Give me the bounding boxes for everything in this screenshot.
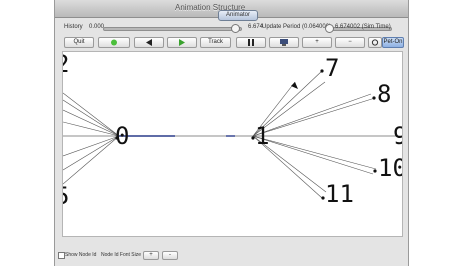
- node-10-dot: [373, 169, 377, 173]
- edge-1-8b: [252, 93, 372, 137]
- history-slider[interactable]: [103, 24, 242, 33]
- play-icon: [179, 39, 185, 46]
- node-10-label: 10: [378, 154, 403, 182]
- play-button[interactable]: [167, 37, 197, 48]
- node-9-label: 9: [393, 122, 403, 150]
- history-label: History: [64, 24, 83, 30]
- mouse-cursor-icon: [291, 82, 298, 89]
- font-size-label: Node Id Font Size: [101, 252, 142, 258]
- node-0-dot: [115, 136, 119, 140]
- animator-window: Animation Structure Animator History 0.0…: [54, 0, 409, 266]
- bottom-bar: Show Node Id Node Id Font Size + -: [55, 249, 408, 263]
- show-node-id-label: Show Node Id: [65, 252, 97, 258]
- node-1-label: 1: [255, 122, 269, 150]
- refresh-button[interactable]: [368, 37, 382, 48]
- node-5-label: 5: [63, 182, 69, 210]
- monitor-icon: [280, 39, 288, 46]
- pause-button[interactable]: [236, 37, 266, 48]
- edge-0-2c: [63, 109, 120, 137]
- rewind-button[interactable]: [98, 37, 130, 48]
- edge-0-2b: [63, 99, 120, 137]
- edge-1-10b: [252, 135, 374, 175]
- tab-animator[interactable]: Animator: [218, 10, 258, 21]
- pet-on-button[interactable]: Pet-On: [382, 37, 404, 48]
- zoom-in-button[interactable]: +: [302, 37, 332, 48]
- show-node-id-checkbox[interactable]: [58, 252, 65, 259]
- update-period-slider-thumb[interactable]: [325, 24, 334, 33]
- node-8-label: 8: [377, 80, 391, 108]
- quit-button[interactable]: Quit: [64, 37, 94, 48]
- node-7-label: 7: [325, 54, 339, 82]
- node-0-label: 0: [115, 122, 129, 150]
- right-margin: [409, 0, 474, 266]
- history-value: 0.000: [89, 24, 105, 30]
- font-size-decrease-button[interactable]: -: [162, 251, 178, 260]
- history-slider-thumb[interactable]: [231, 24, 240, 33]
- edge-0-2a: [63, 92, 120, 137]
- font-size-increase-button[interactable]: +: [143, 251, 159, 260]
- pause-icon: [248, 39, 254, 46]
- history-current: 6.674: [248, 24, 264, 30]
- network-graph: 0 1 7 8 9 10 11 2 5: [63, 52, 403, 210]
- edge-0-5c: [63, 135, 120, 185]
- refresh-icon: [371, 39, 379, 46]
- node-2-label: 2: [63, 52, 69, 78]
- update-period-label: Update Period (0.064000): [262, 24, 331, 30]
- zoom-out-button[interactable]: −: [335, 37, 365, 48]
- tab-bar: Animator: [55, 10, 408, 21]
- sim-time: 6.674002 (Sim Time): [335, 24, 391, 30]
- display-button[interactable]: [269, 37, 299, 48]
- left-margin: [0, 0, 54, 266]
- graph-canvas[interactable]: 0 1 7 8 9 10 11 2 5: [62, 51, 403, 237]
- node-11-dot: [321, 196, 325, 200]
- node-11-label: 11: [325, 180, 354, 208]
- edge-1-8: [252, 97, 376, 137]
- rewind-icon: [111, 39, 117, 46]
- history-row: History 0.000 6.674 Update Period (0.064…: [55, 22, 408, 34]
- node-1-dot: [251, 136, 255, 140]
- toolbar: Quit Track + − Pet-On: [55, 37, 408, 48]
- track-button[interactable]: Track: [200, 37, 231, 48]
- edge-0-2d: [63, 121, 120, 137]
- step-back-button[interactable]: [134, 37, 164, 48]
- step-back-icon: [146, 39, 152, 46]
- node-8-dot: [372, 96, 376, 100]
- node-7-dot: [320, 69, 324, 73]
